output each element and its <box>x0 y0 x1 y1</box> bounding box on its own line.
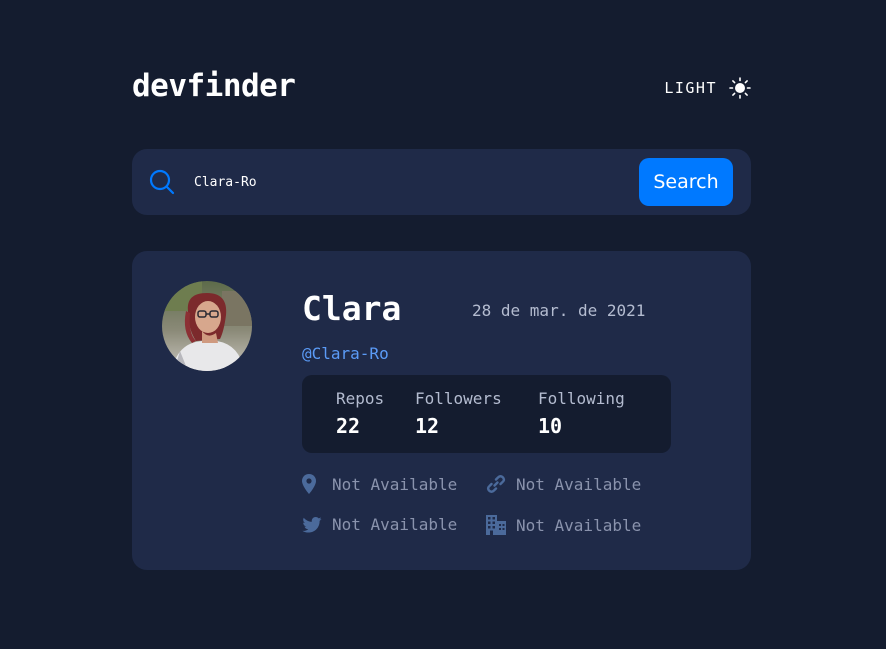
location-text: Not Available <box>332 474 458 494</box>
profile-name: Clara <box>302 289 402 328</box>
location-pin-icon <box>302 474 316 494</box>
search-bar: Search <box>132 149 751 215</box>
profile-card: Clara 28 de mar. de 2021 @Clara-Ro Repos… <box>132 251 751 570</box>
stat-followers: Followers 12 <box>415 389 502 438</box>
company-text: Not Available <box>516 515 642 535</box>
twitter-icon <box>302 516 322 533</box>
stat-label: Following <box>538 389 625 408</box>
twitter-text: Not Available <box>332 515 458 534</box>
info-location: Not Available <box>302 474 457 494</box>
stat-label: Repos <box>336 389 385 408</box>
search-icon <box>149 169 175 195</box>
sun-icon <box>729 77 751 99</box>
info-blog[interactable]: Not Available <box>486 474 641 494</box>
header: devfinder LIGHT <box>132 68 751 108</box>
info-company: Not Available <box>486 515 641 535</box>
building-icon <box>486 515 506 535</box>
profile-login-link[interactable]: @Clara-Ro <box>302 344 389 363</box>
theme-toggle-label: LIGHT <box>664 79 717 97</box>
blog-text: Not Available <box>516 474 642 494</box>
stat-value: 10 <box>538 414 563 438</box>
info-twitter[interactable]: Not Available <box>302 515 457 534</box>
search-button[interactable]: Search <box>639 158 733 206</box>
stat-value: 12 <box>415 414 440 438</box>
stat-label: Followers <box>415 389 502 408</box>
link-icon <box>486 475 506 493</box>
app-logo: devfinder <box>132 68 296 104</box>
stat-following: Following 10 <box>538 389 625 438</box>
avatar <box>162 281 252 371</box>
stat-repos: Repos 22 <box>336 389 384 438</box>
theme-toggle[interactable]: LIGHT <box>664 76 751 100</box>
search-input[interactable] <box>194 171 624 193</box>
join-date: 28 de mar. de 2021 <box>472 301 646 320</box>
stat-value: 22 <box>336 414 361 438</box>
stats-panel: Repos 22 Followers 12 Following 10 <box>302 375 671 453</box>
